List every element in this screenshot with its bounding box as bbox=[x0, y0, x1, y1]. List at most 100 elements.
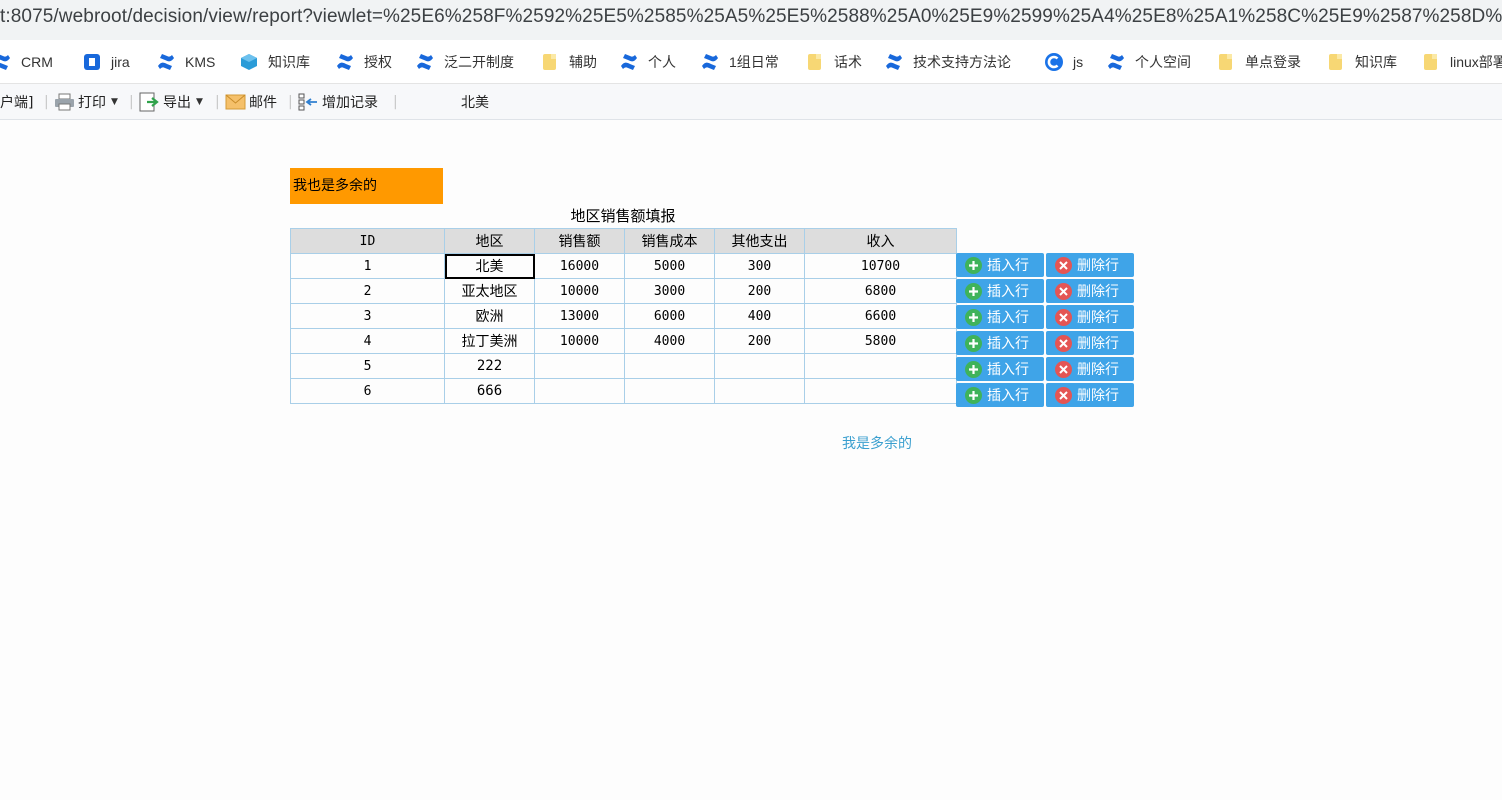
cell-sales[interactable]: 10000 bbox=[534, 328, 625, 354]
cell-sales[interactable]: 16000 bbox=[534, 253, 625, 279]
bookmark-methodology[interactable]: 技术支持方法论 bbox=[884, 40, 1011, 83]
cell-region[interactable]: 222 bbox=[444, 353, 535, 379]
bookmark-js[interactable]: js bbox=[1044, 40, 1083, 83]
toolbar-separator: | bbox=[215, 93, 220, 110]
toolbar-separator: | bbox=[129, 93, 134, 110]
delete-row-button[interactable]: 删除行 bbox=[1046, 383, 1134, 407]
cell-other[interactable]: 200 bbox=[714, 328, 805, 354]
confluence-icon bbox=[337, 53, 353, 70]
bookmark-knowledge-base[interactable]: 知识库 bbox=[239, 40, 310, 83]
delete-row-label: 删除行 bbox=[1077, 284, 1119, 300]
bookmark-crm[interactable]: CRM bbox=[0, 40, 53, 83]
delete-row-label: 删除行 bbox=[1077, 362, 1119, 378]
bookmark-personal[interactable]: 个人 bbox=[619, 40, 676, 83]
insert-row-button[interactable]: 插入行 bbox=[956, 331, 1044, 355]
bookmark-label: 个人 bbox=[648, 53, 676, 70]
column-header-region: 地区 bbox=[444, 228, 535, 254]
confluence-icon bbox=[621, 53, 637, 70]
cell-income: 6800 bbox=[804, 278, 957, 304]
cell-other[interactable]: 400 bbox=[714, 303, 805, 329]
close-icon bbox=[1055, 386, 1072, 404]
cell-region[interactable]: 欧洲 bbox=[444, 303, 535, 329]
bookmark-kms[interactable]: KMS bbox=[156, 40, 215, 83]
cell-cost[interactable] bbox=[624, 378, 715, 404]
table-header-row: ID 地区 销售额 销售成本 其他支出 收入 bbox=[290, 228, 957, 254]
bookmark-jira[interactable]: jira bbox=[82, 40, 130, 83]
insert-row-button[interactable]: 插入行 bbox=[956, 383, 1044, 407]
bookmark-auth[interactable]: 授权 bbox=[335, 40, 392, 83]
add-record-label: 增加记录 bbox=[322, 94, 378, 111]
insert-row-button[interactable]: 插入行 bbox=[956, 253, 1044, 277]
address-bar[interactable]: t:8075/webroot/decision/view/report?view… bbox=[0, 0, 1502, 40]
delete-row-button[interactable]: 删除行 bbox=[1046, 305, 1134, 329]
cell-region[interactable]: 拉丁美洲 bbox=[444, 328, 535, 354]
row-action-group: 插入行 删除行 bbox=[956, 305, 1136, 329]
cell-income: 5800 bbox=[804, 328, 957, 354]
cell-cost[interactable]: 6000 bbox=[624, 303, 715, 329]
delete-row-button[interactable]: 删除行 bbox=[1046, 253, 1134, 277]
cell-cost[interactable]: 5000 bbox=[624, 253, 715, 279]
client-label: 户端] bbox=[0, 94, 34, 111]
delete-row-button[interactable]: 删除行 bbox=[1046, 331, 1134, 355]
url-text[interactable]: t:8075/webroot/decision/view/report?view… bbox=[0, 6, 1502, 28]
cell-other[interactable] bbox=[714, 378, 805, 404]
delete-row-label: 删除行 bbox=[1077, 258, 1119, 274]
cell-id: 6 bbox=[290, 378, 445, 404]
bookmarks-bar: CRM jira KMS 知识库 授权 泛二开制度 辅助 个人 1组日常 话术 … bbox=[0, 40, 1502, 84]
plus-icon bbox=[965, 360, 982, 378]
bookmark-label: jira bbox=[111, 53, 130, 70]
cell-sales[interactable]: 10000 bbox=[534, 278, 625, 304]
delete-row-label: 删除行 bbox=[1077, 336, 1119, 352]
bookmark-daily[interactable]: 1组日常 bbox=[700, 40, 779, 83]
cell-cost[interactable] bbox=[624, 353, 715, 379]
export-button[interactable]: 导出 ▼ bbox=[139, 84, 203, 119]
bookmark-folder-script[interactable]: 话术 bbox=[808, 40, 862, 83]
cell-income: 10700 bbox=[804, 253, 957, 279]
cell-region[interactable]: 666 bbox=[444, 378, 535, 404]
add-record-button[interactable]: 增加记录 bbox=[298, 84, 378, 119]
bookmark-folder-linux[interactable]: linux部署 bbox=[1424, 40, 1502, 83]
mail-button[interactable]: 邮件 bbox=[225, 84, 277, 119]
bookmark-label: KMS bbox=[185, 53, 216, 70]
bookmark-label: CRM bbox=[21, 53, 53, 70]
close-icon bbox=[1055, 282, 1072, 300]
row-action-group: 插入行 删除行 bbox=[956, 383, 1136, 407]
bookmark-folder-sso[interactable]: 单点登录 bbox=[1219, 40, 1301, 83]
cell-other[interactable]: 200 bbox=[714, 278, 805, 304]
insert-row-button[interactable]: 插入行 bbox=[956, 357, 1044, 381]
insert-row-button[interactable]: 插入行 bbox=[956, 279, 1044, 303]
bookmark-personal-space[interactable]: 个人空间 bbox=[1106, 40, 1191, 83]
bookmark-policy[interactable]: 泛二开制度 bbox=[415, 40, 514, 83]
cell-cost[interactable]: 3000 bbox=[624, 278, 715, 304]
cell-other[interactable]: 300 bbox=[714, 253, 805, 279]
cell-sales[interactable] bbox=[534, 378, 625, 404]
cell-region[interactable]: 亚太地区 bbox=[444, 278, 535, 304]
cell-region[interactable]: 北美 bbox=[444, 253, 535, 279]
folder-icon bbox=[1424, 53, 1437, 70]
cell-cost[interactable]: 4000 bbox=[624, 328, 715, 354]
confluence-icon bbox=[1108, 53, 1124, 70]
bookmark-label: 1组日常 bbox=[729, 53, 779, 70]
delete-row-button[interactable]: 删除行 bbox=[1046, 357, 1134, 381]
export-label: 导出 bbox=[163, 94, 191, 111]
cell-sales[interactable]: 13000 bbox=[534, 303, 625, 329]
cell-sales[interactable] bbox=[534, 353, 625, 379]
bookmark-label: 授权 bbox=[364, 53, 392, 70]
table-row: 2 亚太地区 10000 3000 200 6800 bbox=[290, 278, 957, 304]
cell-id: 1 bbox=[290, 253, 445, 279]
bookmark-label: 泛二开制度 bbox=[444, 53, 514, 70]
print-button[interactable]: 打印 ▼ bbox=[54, 84, 118, 119]
delete-row-button[interactable]: 删除行 bbox=[1046, 279, 1134, 303]
cell-id: 5 bbox=[290, 353, 445, 379]
insert-row-label: 插入行 bbox=[987, 336, 1029, 352]
sales-table: ID 地区 销售额 销售成本 其他支出 收入 1 北美 16000 5000 3… bbox=[290, 228, 957, 404]
bookmark-folder-kb[interactable]: 知识库 bbox=[1329, 40, 1397, 83]
plus-icon bbox=[965, 386, 982, 404]
row-action-group: 插入行 删除行 bbox=[956, 357, 1136, 381]
client-button[interactable]: 户端] bbox=[0, 84, 33, 119]
insert-row-label: 插入行 bbox=[987, 258, 1029, 274]
table-row: 4 拉丁美洲 10000 4000 200 5800 bbox=[290, 328, 957, 354]
insert-row-button[interactable]: 插入行 bbox=[956, 305, 1044, 329]
bookmark-folder-aux[interactable]: 辅助 bbox=[543, 40, 597, 83]
cell-other[interactable] bbox=[714, 353, 805, 379]
